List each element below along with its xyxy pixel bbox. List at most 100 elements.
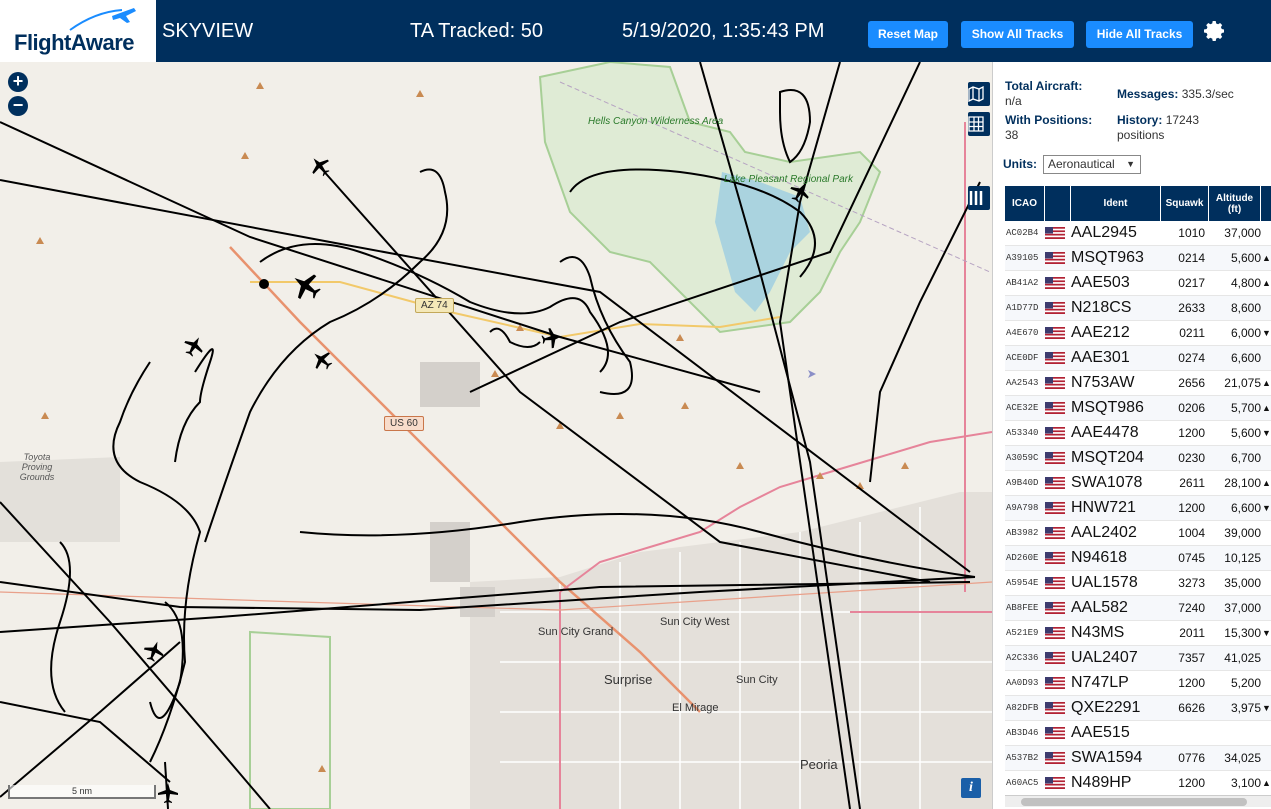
- aircraft-icon[interactable]: [287, 267, 326, 306]
- table-row[interactable]: AB8FEE AAL582 7240 37,000: [1005, 596, 1271, 621]
- row-altitude: 5,600: [1230, 251, 1261, 265]
- row-squawk: 2011: [1179, 626, 1205, 640]
- messages-stat: Messages: 335.3/sec: [1117, 87, 1234, 102]
- row-ident: UAL1578: [1071, 574, 1138, 591]
- table-row[interactable]: AB41A2 AAE503 0217 4,800 ▲: [1005, 271, 1271, 296]
- row-altitude: 37,000: [1224, 226, 1261, 240]
- map-icon: [968, 86, 984, 102]
- table-row[interactable]: A5954E UAL1578 3273 35,000: [1005, 571, 1271, 596]
- row-squawk: 0214: [1178, 251, 1205, 265]
- units-select[interactable]: Aeronautical ▼: [1043, 155, 1141, 174]
- us-flag-icon: [1045, 277, 1065, 289]
- aircraft-icon[interactable]: [308, 346, 336, 374]
- row-squawk: 1200: [1178, 426, 1205, 440]
- logo-text: FlightAware: [14, 30, 135, 55]
- row-squawk: 0776: [1178, 751, 1205, 765]
- us-flag-icon: [1045, 702, 1065, 714]
- table-row[interactable]: A521E9 N43MS 2011 15,300 ▼: [1005, 621, 1271, 646]
- column-extra[interactable]: [1261, 186, 1271, 221]
- row-flag: [1045, 227, 1071, 239]
- us-flag-icon: [1045, 752, 1065, 764]
- columns-icon: [969, 191, 983, 205]
- table-row[interactable]: AC02B4 AAL2945 1010 37,000: [1005, 221, 1271, 246]
- map-layers-button[interactable]: [968, 82, 990, 106]
- total-aircraft-stat: Total Aircraft: n/a: [1005, 79, 1082, 109]
- row-ident: N753AW: [1071, 374, 1135, 391]
- row-squawk: 7357: [1178, 651, 1205, 665]
- table-row[interactable]: A60AC5 N489HP 1200 3,100 ▲: [1005, 771, 1271, 796]
- flightaware-logo[interactable]: FlightAware: [0, 0, 156, 62]
- row-altitude-trend: ▲: [1262, 253, 1271, 263]
- column-squawk[interactable]: Squawk: [1161, 186, 1209, 221]
- reset-map-button[interactable]: Reset Map: [868, 21, 948, 48]
- aircraft-icon[interactable]: [158, 783, 178, 803]
- show-all-tracks-button[interactable]: Show All Tracks: [961, 21, 1074, 48]
- column-ident[interactable]: Ident: [1071, 186, 1161, 221]
- table-row[interactable]: A39105 MSQT963 0214 5,600 ▲: [1005, 246, 1271, 271]
- table-row[interactable]: A537B2 SWA1594 0776 34,025: [1005, 746, 1271, 771]
- row-icao: A9B40D: [1006, 478, 1039, 488]
- row-altitude-trend: ▲: [1262, 403, 1271, 413]
- aircraft-icon[interactable]: [180, 332, 207, 359]
- zoom-out-button[interactable]: −: [8, 96, 28, 116]
- table-row[interactable]: A9A798 HNW721 1200 6,600 ▼: [1005, 496, 1271, 521]
- us-flag-icon: [1045, 302, 1065, 314]
- map-view[interactable]: Hells Canyon Wilderness Area Lake Pleasa…: [0, 62, 992, 809]
- table-row[interactable]: AA2543 N753AW 2656 21,075 ▲: [1005, 371, 1271, 396]
- row-icao: AB8FEE: [1006, 603, 1039, 613]
- table-row[interactable]: ACE32E MSQT986 0206 5,700 ▲: [1005, 396, 1271, 421]
- aircraft-icon[interactable]: [306, 152, 334, 180]
- row-icao: ACE0DF: [1006, 353, 1039, 363]
- row-ident: SWA1078: [1071, 474, 1143, 491]
- table-header: ICAO Ident Squawk Altitude (ft): [1005, 186, 1271, 221]
- table-row[interactable]: AB3982 AAL2402 1004 39,000: [1005, 521, 1271, 546]
- hide-all-tracks-button[interactable]: Hide All Tracks: [1086, 21, 1193, 48]
- info-button[interactable]: i: [961, 778, 981, 798]
- column-altitude[interactable]: Altitude (ft): [1209, 186, 1261, 221]
- us-flag-icon: [1045, 452, 1065, 464]
- row-altitude: 5,700: [1230, 401, 1261, 415]
- table-row[interactable]: ACE0DF AAE301 0274 6,600: [1005, 346, 1271, 371]
- column-flag[interactable]: [1045, 186, 1071, 221]
- scrollbar-thumb[interactable]: [1021, 798, 1247, 806]
- table-row[interactable]: A4E670 AAE212 0211 6,000 ▼: [1005, 321, 1271, 346]
- row-altitude: 28,100: [1224, 476, 1261, 490]
- row-squawk: 0206: [1178, 401, 1205, 415]
- history-unit: positions: [1117, 128, 1165, 142]
- table-row[interactable]: AA0D93 N747LP 1200 5,200: [1005, 671, 1271, 696]
- row-icao: A39105: [1006, 253, 1039, 263]
- row-squawk: 0274: [1178, 351, 1205, 365]
- row-altitude: 35,000: [1224, 576, 1261, 590]
- us-flag-icon: [1045, 377, 1065, 389]
- gear-icon[interactable]: [1203, 19, 1227, 43]
- row-flag: [1045, 302, 1071, 314]
- aircraft-table: ICAO Ident Squawk Altitude (ft) AC02B4 AA…: [1005, 186, 1271, 796]
- chevron-down-icon: ▼: [1126, 159, 1135, 169]
- table-row[interactable]: A2C336 UAL2407 7357 41,025: [1005, 646, 1271, 671]
- table-row[interactable]: AB3D46 AAE515: [1005, 721, 1271, 746]
- horizontal-scrollbar[interactable]: [1005, 795, 1271, 807]
- column-icao[interactable]: ICAO: [1005, 186, 1045, 221]
- grid-toggle-button[interactable]: [968, 112, 990, 136]
- us-flag-icon: [1045, 677, 1065, 689]
- current-datetime: 5/19/2020, 1:35:43 PM: [622, 20, 825, 42]
- row-ident: AAE301: [1071, 349, 1130, 366]
- aircraft-icon[interactable]: [141, 638, 167, 664]
- us-flag-icon: [1045, 527, 1065, 539]
- table-row[interactable]: A82DFB QXE2291 6626 3,975 ▼: [1005, 696, 1271, 721]
- columns-toggle-button[interactable]: [968, 186, 990, 210]
- row-squawk: 0230: [1178, 451, 1205, 465]
- table-row[interactable]: AD260E N94618 0745 10,125: [1005, 546, 1271, 571]
- us-flag-icon: [1045, 327, 1065, 339]
- table-row[interactable]: A53340 AAE4478 1200 5,600 ▼: [1005, 421, 1271, 446]
- table-row[interactable]: A3059C MSQT204 0230 6,700: [1005, 446, 1271, 471]
- total-aircraft-value: n/a: [1005, 94, 1022, 108]
- row-icao: AC02B4: [1006, 228, 1039, 238]
- table-row[interactable]: A9B40D SWA1078 2611 28,100 ▲: [1005, 471, 1271, 496]
- row-icao: AB3D46: [1006, 728, 1039, 738]
- us-flag-icon: [1045, 352, 1065, 364]
- zoom-in-button[interactable]: +: [8, 72, 28, 92]
- us-flag-icon: [1045, 727, 1065, 739]
- row-ident: AAL582: [1071, 599, 1128, 616]
- table-row[interactable]: A1D77D N218CS 2633 8,600: [1005, 296, 1271, 321]
